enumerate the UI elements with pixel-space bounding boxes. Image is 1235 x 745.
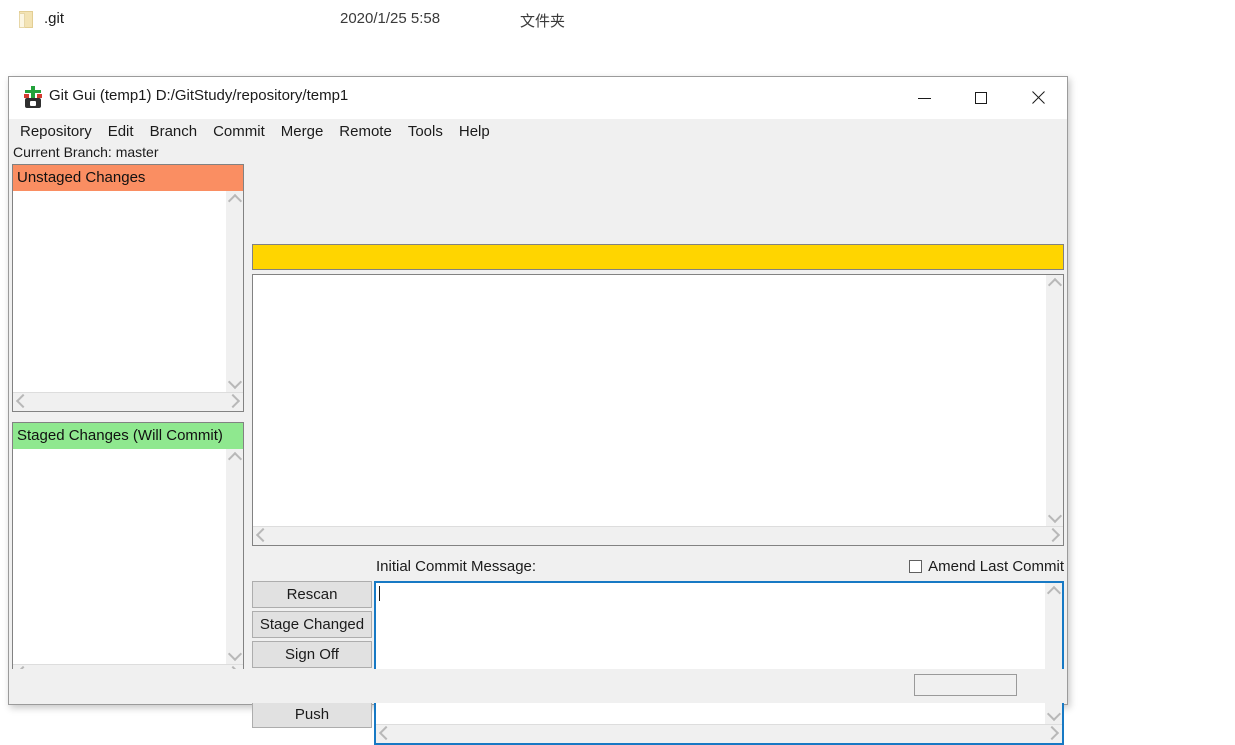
chevron-right-icon[interactable] bbox=[225, 393, 241, 409]
stage-changed-button[interactable]: Stage Changed bbox=[252, 611, 372, 638]
action-buttons-column: Rescan Stage Changed Sign Off Commit Pus… bbox=[252, 581, 372, 731]
close-button[interactable] bbox=[1015, 77, 1061, 119]
unstaged-vertical-scrollbar[interactable] bbox=[225, 191, 243, 393]
chevron-down-icon[interactable] bbox=[227, 646, 243, 662]
commit-message-label-row: Initial Commit Message: Amend Last Commi… bbox=[252, 556, 1064, 580]
menu-item-merge[interactable]: Merge bbox=[281, 123, 324, 140]
diff-and-commit-column: Initial Commit Message: Amend Last Commi… bbox=[252, 164, 1064, 745]
maximize-icon bbox=[975, 92, 987, 104]
staged-vertical-scrollbar[interactable] bbox=[225, 449, 243, 665]
explorer-file-date: 2020/1/25 5:58 bbox=[340, 10, 441, 27]
git-gui-window: Git Gui (temp1) D:/GitStudy/repository/t… bbox=[8, 76, 1068, 745]
menu-item-commit[interactable]: Commit bbox=[213, 123, 265, 140]
chevron-right-icon[interactable] bbox=[1044, 725, 1060, 741]
staged-changes-header: Staged Changes (Will Commit) bbox=[13, 423, 243, 449]
rescan-button[interactable]: Rescan bbox=[252, 581, 372, 608]
menu-item-edit[interactable]: Edit bbox=[108, 123, 134, 140]
status-bar bbox=[10, 669, 1066, 703]
staged-changes-pane: Staged Changes (Will Commit) bbox=[12, 422, 244, 684]
current-branch-label: Current Branch: master bbox=[13, 144, 159, 160]
status-progress-box bbox=[914, 674, 1017, 696]
chevron-down-icon[interactable] bbox=[1047, 508, 1063, 524]
push-button[interactable]: Push bbox=[252, 701, 372, 728]
chevron-up-icon[interactable] bbox=[227, 193, 243, 209]
amend-checkbox-label: Amend Last Commit bbox=[928, 558, 1064, 575]
minimize-button[interactable] bbox=[901, 77, 947, 119]
main-body: Unstaged Changes Staged Changes (Will Co… bbox=[9, 164, 1067, 745]
menu-item-tools[interactable]: Tools bbox=[408, 123, 443, 140]
minimize-icon bbox=[917, 97, 931, 99]
chevron-left-icon[interactable] bbox=[378, 725, 394, 741]
diff-banner bbox=[252, 244, 1064, 270]
title-bar[interactable]: Git Gui (temp1) D:/GitStudy/repository/t… bbox=[9, 77, 1067, 119]
menu-item-help[interactable]: Help bbox=[459, 123, 490, 140]
text-caret bbox=[379, 586, 380, 601]
chevron-up-icon[interactable] bbox=[227, 451, 243, 467]
window-title: Git Gui (temp1) D:/GitStudy/repository/t… bbox=[49, 87, 349, 104]
chevron-up-icon[interactable] bbox=[1047, 277, 1063, 293]
folder-icon bbox=[19, 11, 33, 28]
chevron-up-icon[interactable] bbox=[1046, 585, 1062, 601]
diff-viewer[interactable] bbox=[252, 274, 1064, 546]
chevron-down-icon[interactable] bbox=[1046, 706, 1062, 722]
menu-bar: Repository Edit Branch Commit Merge Remo… bbox=[9, 119, 1067, 143]
staged-changes-list[interactable] bbox=[13, 449, 243, 683]
close-icon bbox=[1031, 91, 1045, 105]
chevron-right-icon[interactable] bbox=[1045, 527, 1061, 543]
commit-message-vertical-scrollbar[interactable] bbox=[1044, 583, 1062, 725]
chevron-left-icon[interactable] bbox=[255, 527, 271, 543]
menu-item-remote[interactable]: Remote bbox=[339, 123, 392, 140]
git-gui-icon bbox=[23, 86, 43, 108]
diff-vertical-scrollbar[interactable] bbox=[1045, 275, 1063, 527]
explorer-file-name: .git bbox=[44, 10, 65, 27]
unstaged-changes-list[interactable] bbox=[13, 191, 243, 411]
commit-message-input[interactable] bbox=[374, 581, 1064, 745]
sign-off-button[interactable]: Sign Off bbox=[252, 641, 372, 668]
explorer-file-type: 文件夹 bbox=[520, 13, 566, 30]
file-lists-column: Unstaged Changes Staged Changes (Will Co… bbox=[12, 164, 244, 684]
unstaged-changes-header: Unstaged Changes bbox=[13, 165, 243, 191]
amend-last-commit-checkbox[interactable]: Amend Last Commit bbox=[909, 558, 1064, 575]
explorer-file-row[interactable]: .git 2020/1/25 5:58 文件夹 bbox=[0, 0, 1235, 40]
unstaged-horizontal-scrollbar[interactable] bbox=[13, 392, 243, 411]
unstaged-changes-pane: Unstaged Changes bbox=[12, 164, 244, 412]
maximize-button[interactable] bbox=[958, 77, 1004, 119]
commit-message-label: Initial Commit Message: bbox=[376, 558, 537, 575]
menu-item-repository[interactable]: Repository bbox=[20, 123, 92, 140]
chevron-left-icon[interactable] bbox=[15, 393, 31, 409]
amend-checkbox-box[interactable] bbox=[909, 560, 923, 573]
menu-item-branch[interactable]: Branch bbox=[150, 123, 198, 140]
diff-horizontal-scrollbar[interactable] bbox=[253, 526, 1063, 545]
current-branch-strip: Current Branch: master bbox=[9, 143, 1067, 163]
chevron-down-icon[interactable] bbox=[227, 374, 243, 390]
commit-message-horizontal-scrollbar[interactable] bbox=[376, 724, 1062, 743]
